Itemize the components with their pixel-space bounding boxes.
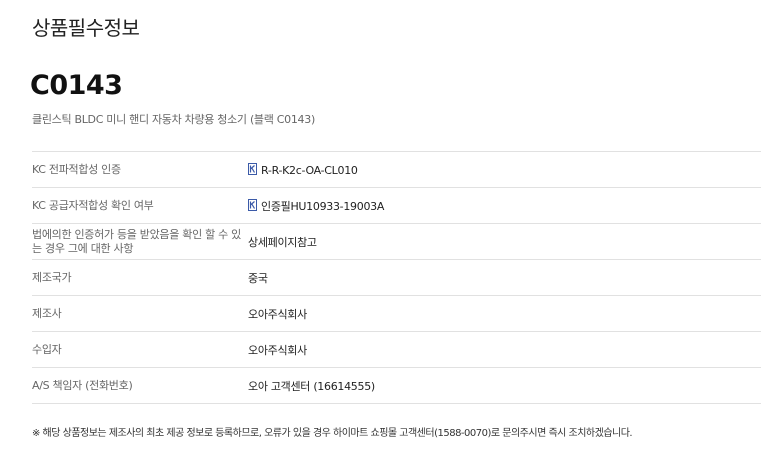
product-info-panel: 상품필수정보 C0143 클린스틱 BLDC 미니 핸디 자동차 차량용 청소기… <box>0 0 761 460</box>
row-value-cell: 인증필HU10933-19003A <box>248 187 761 224</box>
row-label: A/S 책임자 (전화번호) <box>32 367 248 404</box>
row-label: 제조국가 <box>32 259 248 296</box>
row-label: KC 공급자적합성 확인 여부 <box>32 187 248 224</box>
product-name: 클린스틱 BLDC 미니 핸디 자동차 차량용 청소기 (블랙 C0143) <box>32 113 315 126</box>
table-row: 법에의한 인증허가 등을 받았음을 확인 할 수 있는 경우 그에 대한 사항 … <box>32 223 761 260</box>
product-info-table: KC 전파적합성 인증 R-R-K2c-OA-CL010 KC 공급자적합성 확… <box>32 151 761 404</box>
table-row: 제조국가 중국 <box>32 259 761 296</box>
row-label: 제조사 <box>32 295 248 332</box>
kc-certification-icon <box>248 162 257 175</box>
table-row: A/S 책임자 (전화번호) 오아 고객센터 (16614555) <box>32 367 761 404</box>
row-value-cell: R-R-K2c-OA-CL010 <box>248 151 761 188</box>
row-value: 중국 <box>248 259 761 296</box>
row-value: 상세페이지참고 <box>248 223 761 260</box>
row-value: 인증필HU10933-19003A <box>261 199 385 213</box>
row-label: KC 전파적합성 인증 <box>32 151 248 188</box>
row-label: 수입자 <box>32 331 248 368</box>
info-notice: ※ 해당 상품정보는 제조사의 최초 제공 정보로 등록하므로, 오류가 있을 … <box>32 428 633 439</box>
section-title: 상품필수정보 <box>32 16 140 40</box>
row-value: R-R-K2c-OA-CL010 <box>261 163 358 177</box>
row-value: 오아주식회사 <box>248 331 761 368</box>
row-value: 오아주식회사 <box>248 295 761 332</box>
row-label: 법에의한 인증허가 등을 받았음을 확인 할 수 있는 경우 그에 대한 사항 <box>32 223 248 260</box>
table-row: 제조사 오아주식회사 <box>32 295 761 332</box>
table-row: 수입자 오아주식회사 <box>32 331 761 368</box>
table-row: KC 전파적합성 인증 R-R-K2c-OA-CL010 <box>32 151 761 188</box>
row-value: 오아 고객센터 (16614555) <box>248 367 761 404</box>
kc-certification-icon <box>248 198 257 211</box>
table-row: KC 공급자적합성 확인 여부 인증필HU10933-19003A <box>32 187 761 224</box>
product-code: C0143 <box>30 70 123 101</box>
